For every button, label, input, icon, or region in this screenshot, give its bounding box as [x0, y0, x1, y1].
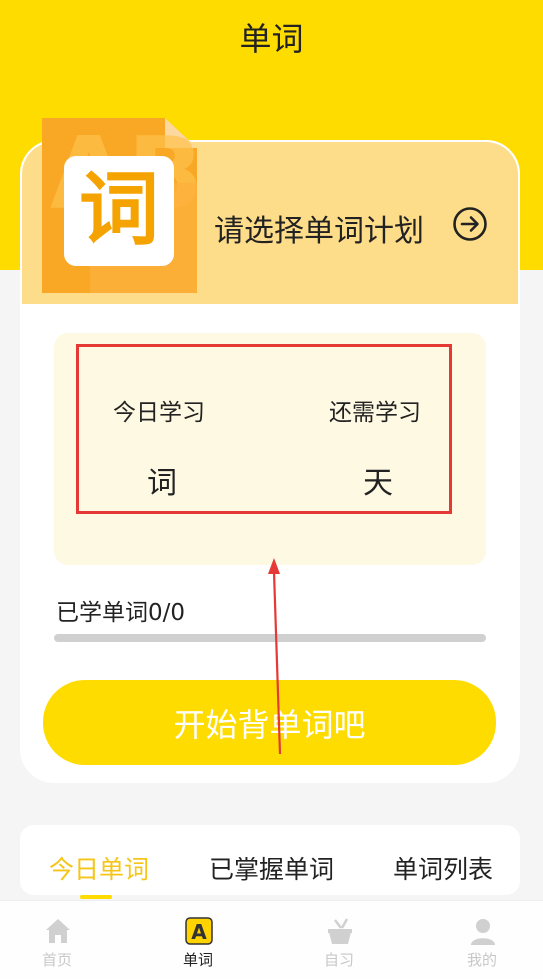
- nav-profile[interactable]: 我的: [432, 901, 532, 979]
- home-icon: [46, 919, 70, 943]
- page-title: 单词: [239, 20, 304, 58]
- svg-text:A: A: [191, 920, 207, 944]
- active-tab-indicator: [80, 895, 112, 899]
- annotation-arrow-icon: [268, 558, 282, 754]
- svg-text:词: 词: [79, 163, 159, 256]
- tab-today-words[interactable]: 今日单词: [49, 850, 149, 886]
- study-desk-icon: [328, 918, 352, 944]
- arrow-right-circle-icon[interactable]: [452, 206, 488, 242]
- word-book-logo-icon: AB 词: [42, 118, 200, 293]
- tab-word-list[interactable]: 单词列表: [393, 850, 493, 886]
- nav-self-study-label: 自习: [323, 951, 354, 969]
- today-study-value: 词: [147, 466, 177, 501]
- nav-words-label: 单词: [182, 951, 213, 969]
- nav-words[interactable]: A 单词: [148, 901, 248, 979]
- bottom-navigation: 首页 A 单词 自习 我的: [0, 900, 543, 979]
- word-a-icon: A: [185, 917, 213, 945]
- remaining-study-value: 天: [363, 466, 393, 501]
- nav-self-study[interactable]: 自习: [289, 901, 389, 979]
- tab-mastered-words[interactable]: 已掌握单词: [209, 850, 334, 886]
- remaining-study-label: 还需学习: [329, 400, 421, 426]
- nav-home[interactable]: 首页: [7, 901, 107, 979]
- learned-words-progress-label: 已学单词0/0: [56, 600, 186, 626]
- nav-home-label: 首页: [41, 951, 72, 969]
- today-study-label: 今日学习: [113, 400, 205, 426]
- profile-icon: [471, 919, 495, 945]
- annotation-highlight-box: [76, 344, 452, 514]
- plan-selector-label: 请选择单词计划: [214, 214, 424, 249]
- nav-profile-label: 我的: [466, 951, 497, 969]
